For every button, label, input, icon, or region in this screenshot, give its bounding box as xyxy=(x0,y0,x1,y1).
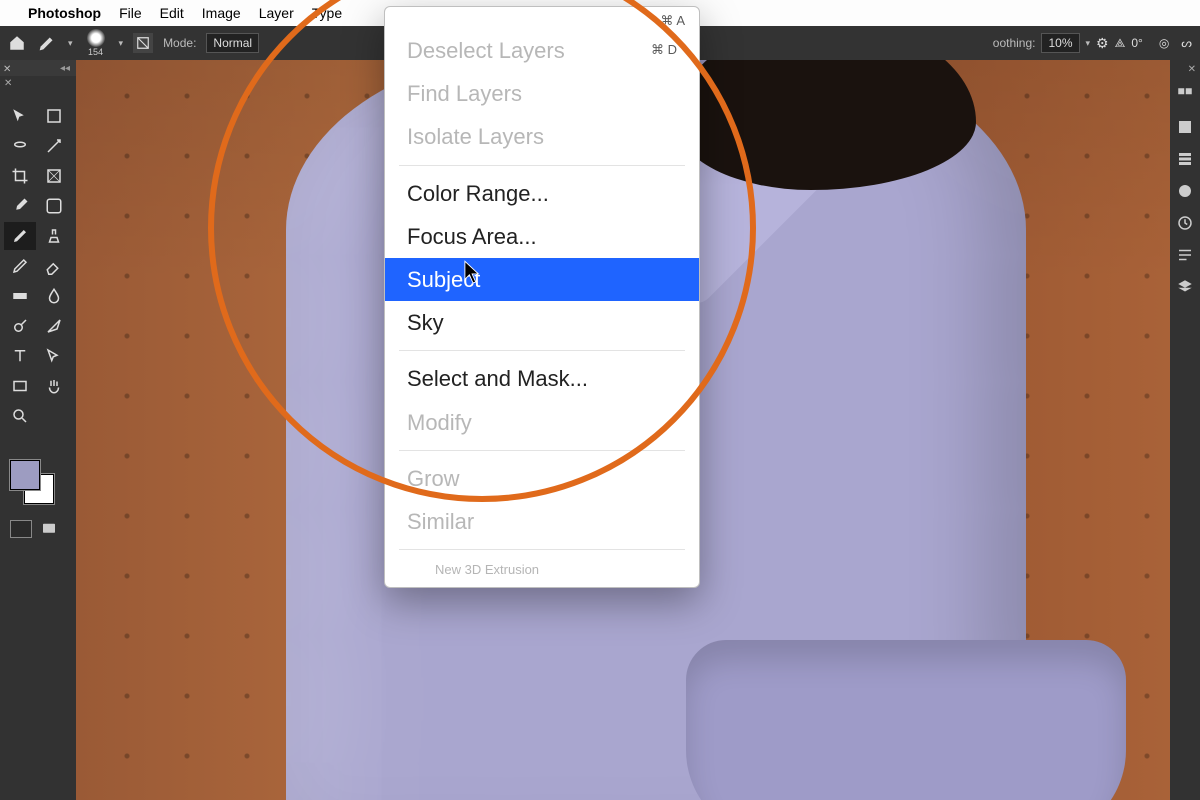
tool-healing-brush[interactable] xyxy=(38,192,70,220)
panel-close-icon[interactable]: ✕ xyxy=(4,78,12,89)
menu-item-label: Sky xyxy=(407,305,444,340)
menu-item-label: Modify xyxy=(407,405,472,440)
tool-move[interactable] xyxy=(4,102,36,130)
tool-history-brush[interactable] xyxy=(4,252,36,280)
menu-item-label: Select and Mask... xyxy=(407,361,588,396)
select-menu-dropdown: ⌘ A Deselect Layers ⌘ D Find Layers Isol… xyxy=(384,6,700,588)
tool-dodge[interactable] xyxy=(4,312,36,340)
angle-icon: ⟁ xyxy=(1115,36,1126,51)
tool-path-select[interactable] xyxy=(38,342,70,370)
smoothing-chevron-icon[interactable]: ▾ xyxy=(1086,38,1091,49)
menu-shortcut: ⌘ A xyxy=(660,13,685,29)
menu-file[interactable]: File xyxy=(119,5,142,21)
menu-item-label: Color Range... xyxy=(407,176,549,211)
history-panel-icon[interactable] xyxy=(1176,214,1194,232)
adjustments-panel-icon[interactable] xyxy=(1176,182,1194,200)
tool-rectangle[interactable] xyxy=(4,372,36,400)
angle-value[interactable]: 0° xyxy=(1131,36,1142,50)
menu-type[interactable]: Type xyxy=(312,5,342,21)
photo-hoodie-pouch xyxy=(686,640,1126,800)
quick-mask-icon[interactable] xyxy=(10,520,32,538)
menu-item-sky[interactable]: Sky xyxy=(385,301,699,344)
menu-item-subject[interactable]: Subject xyxy=(385,258,699,301)
right-strip-close-icon[interactable]: ✕ xyxy=(1188,64,1196,75)
tool-blur[interactable] xyxy=(38,282,70,310)
symmetry-icon[interactable]: ◎ xyxy=(1159,36,1169,50)
tool-gradient[interactable] xyxy=(4,282,36,310)
tool-pen[interactable] xyxy=(38,312,70,340)
foreground-color-swatch[interactable] xyxy=(10,460,40,490)
smoothing-value[interactable]: 10% xyxy=(1041,33,1079,53)
brush-preview[interactable]: 154 xyxy=(83,29,109,57)
menu-item-label: Deselect Layers xyxy=(407,33,565,68)
menu-item-label: Subject xyxy=(407,262,480,297)
menu-item-grow: Grow xyxy=(385,457,699,500)
tool-magic-wand[interactable] xyxy=(38,132,70,160)
color-panel-icon[interactable] xyxy=(1176,86,1194,104)
menu-item-label: Similar xyxy=(407,504,474,539)
menu-item-select-and-mask[interactable]: Select and Mask... xyxy=(385,357,699,400)
swatches-panel-icon[interactable] xyxy=(1176,118,1194,136)
menu-layer[interactable]: Layer xyxy=(259,5,294,21)
menu-item-new-3d-extrusion: New 3D Extrusion xyxy=(385,556,699,583)
mode-label: Mode: xyxy=(163,36,196,50)
properties-panel-icon[interactable] xyxy=(1176,246,1194,264)
tool-eyedropper[interactable] xyxy=(4,192,36,220)
menu-item-focus-area[interactable]: Focus Area... xyxy=(385,215,699,258)
home-icon[interactable] xyxy=(8,34,26,52)
menu-edit[interactable]: Edit xyxy=(160,5,184,21)
libraries-panel-icon[interactable] xyxy=(1176,150,1194,168)
tool-frame[interactable] xyxy=(38,162,70,190)
screen-mode-icon[interactable] xyxy=(40,520,58,538)
menu-item-find-layers: Find Layers xyxy=(385,72,699,115)
tool-eraser[interactable] xyxy=(38,252,70,280)
brush-chevron-icon[interactable]: ▾ xyxy=(119,38,124,49)
document-tab-close-icon[interactable]: ✕ xyxy=(3,64,11,75)
menu-item-isolate-layers: Isolate Layers xyxy=(385,115,699,158)
app-name[interactable]: Photoshop xyxy=(28,5,101,21)
right-panel-strip: ✕ xyxy=(1170,60,1200,800)
gear-icon[interactable]: ⚙ xyxy=(1096,35,1109,52)
color-swatches[interactable] xyxy=(10,460,60,510)
mode-select[interactable]: Normal xyxy=(206,33,259,53)
layers-panel-icon[interactable] xyxy=(1176,278,1194,296)
tool-type[interactable] xyxy=(4,342,36,370)
tool-artboard[interactable] xyxy=(38,102,70,130)
tool-hand[interactable] xyxy=(38,372,70,400)
menu-item-modify: Modify xyxy=(385,401,699,444)
tool-brush[interactable] xyxy=(4,222,36,250)
tool-lasso[interactable] xyxy=(4,132,36,160)
menu-item-label: Isolate Layers xyxy=(407,119,544,154)
tools-panel: ◂◂ ✕ xyxy=(0,60,76,800)
butterfly-icon[interactable]: ᔕ xyxy=(1181,36,1192,50)
menu-item-label: Find Layers xyxy=(407,76,522,111)
brush-tip-icon xyxy=(87,29,105,47)
tool-preset-brush-icon[interactable] xyxy=(36,34,58,52)
tool-clone-stamp[interactable] xyxy=(38,222,70,250)
menu-item-deselect-layers: Deselect Layers ⌘ D xyxy=(385,29,699,72)
menu-item-label: Grow xyxy=(407,461,460,496)
menu-image[interactable]: Image xyxy=(202,5,241,21)
menu-shortcut: ⌘ D xyxy=(651,40,677,61)
tool-crop[interactable] xyxy=(4,162,36,190)
menu-item-similar: Similar xyxy=(385,500,699,543)
panel-collapse-icon[interactable]: ◂◂ xyxy=(0,60,76,76)
brush-size-value: 154 xyxy=(88,48,103,57)
tool-zoom[interactable] xyxy=(4,402,36,430)
tool-empty xyxy=(38,402,70,430)
brush-panel-icon[interactable] xyxy=(133,33,153,53)
smoothing-label: oothing: xyxy=(993,36,1036,50)
tool-preset-chevron-icon[interactable]: ▾ xyxy=(68,38,73,49)
menu-item-color-range[interactable]: Color Range... xyxy=(385,172,699,215)
menu-item-label: Focus Area... xyxy=(407,219,537,254)
